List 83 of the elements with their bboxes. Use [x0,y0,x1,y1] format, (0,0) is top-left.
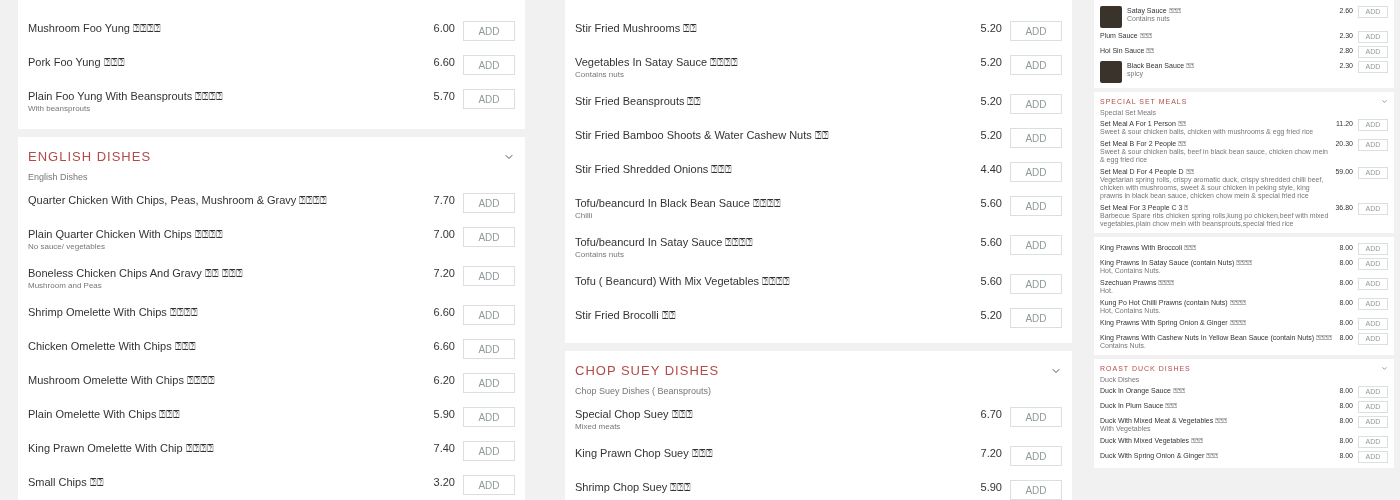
add-button[interactable]: ADD [463,373,515,393]
add-button[interactable]: ADD [1010,480,1062,500]
dish-name: Shrimp Chop Suey ⍰⍰⍰ [575,480,693,494]
dish-description: Mushroom and Peas [28,280,103,291]
add-button[interactable]: ADD [463,305,515,325]
dish-price: 5.20 [980,55,1002,69]
section-subtitle: English Dishes [28,172,89,182]
dish-price: 5.90 [433,407,455,421]
dish-name: Shrimp Omelette With Chips ⍰⍰⍰⍰ [28,305,199,319]
section-title: CHOP SUEY DISHES [575,363,720,378]
add-button[interactable]: ADD [463,55,515,75]
dish-price: 3.20 [433,475,455,489]
dish-description: Contains nuts [575,249,625,260]
add-button[interactable]: ADD [1010,94,1062,114]
dish-price: 7.00 [433,227,455,241]
add-button[interactable]: ADD [463,193,515,213]
dish-name: Tofu ( Beancurd) With Mix Vegetables ⍰⍰⍰⍰ [575,274,792,288]
add-button[interactable]: ADD [1010,55,1062,75]
dish-price: 5.20 [980,128,1002,142]
dish-name: Stir Fried Brocolli ⍰⍰ [575,308,677,322]
dish-description: Mixed meats [575,421,622,432]
dish-name: King Prawn Chop Suey ⍰⍰⍰ [575,446,714,460]
dish-price: 6.60 [433,305,455,319]
dish-name: Mushroom Omelette With Chips ⍰⍰⍰⍰ [28,373,216,387]
dish-price: 5.20 [980,94,1002,108]
add-button[interactable]: ADD [463,266,515,286]
dish-name: Small Chips ⍰⍰ [28,475,105,489]
add-button[interactable]: ADD [1010,196,1062,216]
dish-price: 5.20 [980,308,1002,322]
dish-name: Tofu/beancurd In Black Bean Sauce ⍰⍰⍰⍰ [575,196,782,210]
dish-name: Stir Fried Mushrooms ⍰⍰ [575,21,699,35]
dish-name: Vegetables In Satay Sauce ⍰⍰⍰⍰ [575,55,740,69]
dish-name: Tofu/beancurd In Satay Sauce ⍰⍰⍰⍰ [575,235,755,249]
dish-price: 7.70 [433,193,455,207]
add-button[interactable]: ADD [463,441,515,461]
dish-name: Plain Quarter Chicken With Chips ⍰⍰⍰⍰ [28,227,224,241]
dish-price: 5.70 [433,89,455,103]
add-button[interactable]: ADD [463,227,515,247]
dish-name: Boneless Chicken Chips And Gravy ⍰⍰ ⍰⍰⍰ [28,266,244,280]
dish-price: 5.60 [980,235,1002,249]
dish-name: Quarter Chicken With Chips, Peas, Mushroom & Gravy ⍰⍰⍰⍰ [28,193,329,207]
dish-price: 7.20 [980,446,1002,460]
dish-price: 5.60 [980,274,1002,288]
dish-price: 6.00 [433,21,455,35]
dish-name: Stir Fried Beansprouts ⍰⍰ [575,94,703,108]
dish-price: 7.40 [433,441,455,455]
dish-price: 7.20 [433,266,455,280]
add-button[interactable]: ADD [463,475,515,495]
dish-price: 6.70 [980,407,1002,421]
add-button[interactable]: ADD [463,21,515,41]
section-subtitle: Chop Suey Dishes ( Beansprouts) [575,386,713,396]
dish-price: 4.40 [980,162,1002,176]
dish-name: Special Chop Suey ⍰⍰⍰ [575,407,694,421]
add-button[interactable]: ADD [463,407,515,427]
dish-name: Chicken Omelette With Chips ⍰⍰⍰ [28,339,197,353]
dish-description: With beansprouts [28,103,92,114]
add-button[interactable]: ADD [463,89,515,109]
dish-name: Plain Omelette With Chips ⍰⍰⍰ [28,407,182,421]
dish-price: 5.20 [980,21,1002,35]
dish-description: Contains nuts [575,69,625,80]
dish-price: 5.60 [980,196,1002,210]
add-button[interactable]: ADD [1010,162,1062,182]
dish-description: No sauce/ vegetables [28,241,106,252]
dish-name: Stir Fried Shredded Onions ⍰⍰⍰ [575,162,734,176]
add-button[interactable]: ADD [1010,128,1062,148]
dish-price: 6.60 [433,55,455,69]
add-button[interactable]: ADD [1010,407,1062,427]
dish-name: Pork Foo Yung ⍰⍰⍰ [28,55,126,69]
dish-price: 6.60 [433,339,455,353]
add-button[interactable]: ADD [1010,446,1062,466]
add-button[interactable]: ADD [1010,21,1062,41]
add-button[interactable]: ADD [1010,308,1062,328]
dish-name: King Prawn Omelette With Chip ⍰⍰⍰⍰ [28,441,215,455]
section-title: ENGLISH DISHES [28,149,152,164]
add-button[interactable]: ADD [1010,274,1062,294]
dish-name: Stir Fried Bamboo Shoots & Water Cashew Nuts ⍰⍰ [575,128,830,142]
dish-description: Chilli [575,210,594,221]
dish-price: 6.20 [433,373,455,387]
dish-price: 5.90 [980,480,1002,494]
dish-name: Plain Foo Yung With Beansprouts ⍰⍰⍰⍰ [28,89,225,103]
add-button[interactable]: ADD [1010,235,1062,255]
add-button[interactable]: ADD [463,339,515,359]
dish-name: Mushroom Foo Yung ⍰⍰⍰⍰ [28,21,162,35]
